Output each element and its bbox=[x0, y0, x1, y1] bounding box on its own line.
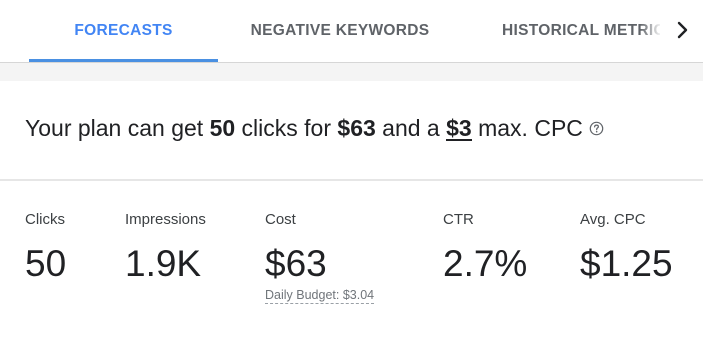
section-band bbox=[0, 63, 703, 81]
summary-clicks: 50 bbox=[209, 115, 236, 141]
metric-avg-cpc: Avg. CPC $1.25 bbox=[580, 210, 673, 284]
metric-impressions: Impressions 1.9K bbox=[125, 210, 206, 284]
plan-summary: Your plan can get 50 clicks for $63 and … bbox=[25, 108, 604, 148]
metric-impressions-value: 1.9K bbox=[125, 243, 202, 284]
metric-ctr-label: CTR bbox=[443, 211, 474, 228]
metric-avg-cpc-value: $1.25 bbox=[580, 243, 673, 284]
active-tab-indicator bbox=[29, 59, 218, 62]
summary-max-cpc-link[interactable]: $3 bbox=[446, 117, 472, 141]
summary-cost: $63 bbox=[337, 115, 376, 141]
metric-ctr-value: 2.7% bbox=[443, 243, 528, 284]
metric-clicks-value: 50 bbox=[25, 243, 67, 284]
metric-clicks-label: Clicks bbox=[25, 211, 65, 228]
metric-cost: Cost $63 Daily Budget: $3.04 bbox=[265, 210, 375, 304]
metric-avg-cpc-label: Avg. CPC bbox=[580, 211, 646, 228]
scroll-tabs-right-button[interactable] bbox=[662, 0, 703, 60]
tab-overflow-fade bbox=[640, 0, 662, 60]
summary-mid2: and a bbox=[375, 115, 447, 141]
tab-negative-keywords[interactable]: NEGATIVE KEYWORDS bbox=[240, 0, 440, 62]
section-divider bbox=[0, 179, 703, 181]
summary-mid1: clicks for bbox=[235, 115, 338, 141]
summary-prefix: Your plan can get bbox=[25, 115, 210, 141]
metric-ctr: CTR 2.7% bbox=[443, 210, 527, 284]
help-circle-icon[interactable] bbox=[589, 108, 604, 148]
tab-bar: FORECASTS NEGATIVE KEYWORDS HISTORICAL M… bbox=[0, 0, 703, 63]
metric-cost-value: $63 bbox=[265, 243, 327, 284]
metric-impressions-label: Impressions bbox=[125, 211, 206, 228]
metric-cost-label: Cost bbox=[265, 211, 296, 228]
metric-clicks: Clicks 50 bbox=[25, 210, 66, 284]
chevron-right-icon bbox=[677, 21, 687, 39]
daily-budget-link[interactable]: Daily Budget: $3.04 bbox=[265, 288, 375, 304]
tab-historical-metrics[interactable]: HISTORICAL METRICS bbox=[480, 0, 660, 62]
tab-forecasts[interactable]: FORECASTS bbox=[29, 0, 218, 62]
summary-suffix: max. CPC bbox=[471, 115, 583, 141]
